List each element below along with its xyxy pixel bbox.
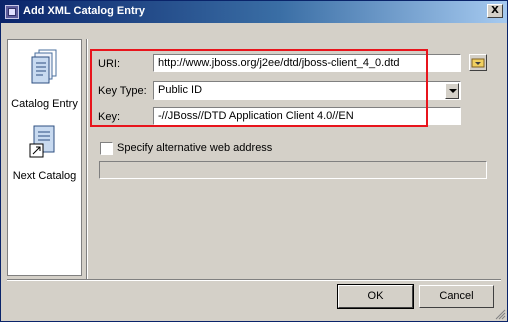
close-button[interactable]: X xyxy=(487,4,503,18)
chevron-down-icon[interactable] xyxy=(445,83,459,99)
sidebar-item-next-catalog[interactable]: Next Catalog xyxy=(8,120,83,190)
alternative-web-address-label[interactable]: Specify alternative web address xyxy=(117,142,272,154)
resize-grip-icon[interactable] xyxy=(494,308,506,320)
separator-horizontal-highlight xyxy=(7,280,501,281)
alternative-web-address-field xyxy=(99,161,487,179)
window-app-icon xyxy=(5,5,19,19)
catalog-entry-icon xyxy=(31,49,57,84)
sidebar-item-label: Catalog Entry xyxy=(11,98,78,110)
ok-button[interactable]: OK xyxy=(337,284,414,309)
catalog-sidebar: Catalog Entry Next Catalog xyxy=(7,39,82,276)
next-catalog-icon xyxy=(29,125,55,158)
folder-icon xyxy=(471,58,485,68)
browse-button[interactable] xyxy=(469,54,487,71)
add-xml-catalog-entry-dialog: Add XML Catalog Entry X Catalog Entry Ne… xyxy=(0,0,508,322)
window-title: Add XML Catalog Entry xyxy=(23,5,146,17)
sidebar-item-catalog-entry[interactable]: Catalog Entry xyxy=(8,40,83,120)
cancel-button[interactable]: Cancel xyxy=(419,285,494,308)
sidebar-item-label: Next Catalog xyxy=(12,170,77,182)
highlight-box xyxy=(90,49,428,127)
title-bar[interactable]: Add XML Catalog Entry X xyxy=(1,1,507,23)
alternative-web-address-checkbox[interactable] xyxy=(100,142,113,155)
separator-vertical-highlight xyxy=(87,39,88,279)
